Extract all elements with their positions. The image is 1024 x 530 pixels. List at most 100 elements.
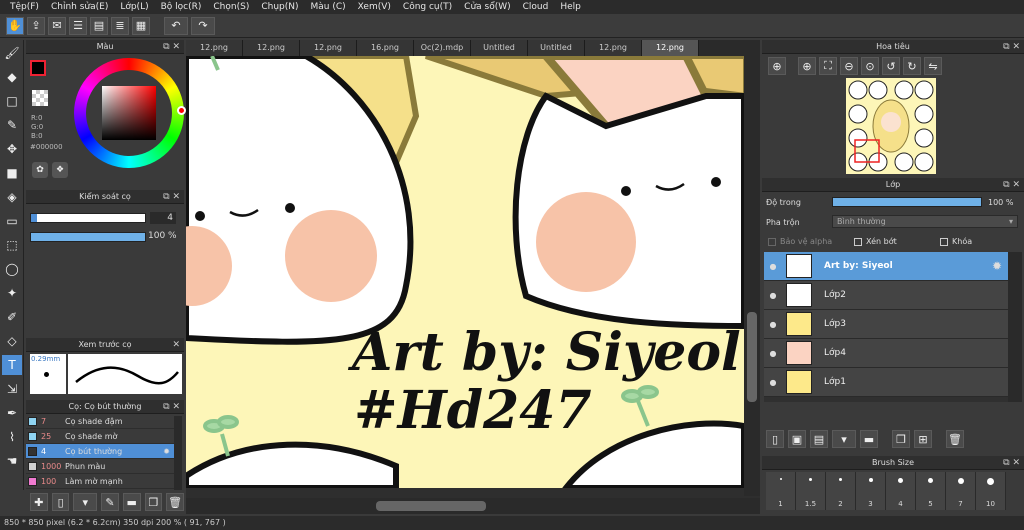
opacity-slider[interactable] — [30, 232, 146, 242]
zoom-out-icon[interactable]: ⊖ — [840, 57, 858, 75]
close-icon[interactable]: ✕ — [172, 338, 180, 352]
select-move-icon[interactable]: ⇲ — [2, 379, 22, 399]
brush-size-cell[interactable]: 2 — [826, 472, 856, 510]
chat-icon[interactable]: ✉ — [48, 16, 66, 35]
alpha-protect-option[interactable]: Bảo vệ alpha — [768, 237, 832, 246]
brush-size-cell[interactable]: 1 — [766, 472, 796, 510]
import-brush-icon[interactable]: ▾ — [73, 493, 98, 511]
lasso-icon[interactable]: ◯ — [2, 259, 22, 279]
eye-icon[interactable]: ● — [764, 262, 782, 271]
new-layer-icon[interactable]: ▯ — [766, 430, 784, 448]
hand-icon[interactable]: ✋ — [6, 16, 24, 35]
move-icon[interactable]: ✥ — [2, 139, 22, 159]
text-icon[interactable]: T — [2, 355, 22, 375]
bucket-icon[interactable]: ◈ — [2, 187, 22, 207]
add-brush-icon[interactable]: ✚ — [30, 493, 48, 511]
layers-icon[interactable]: ≣ — [111, 16, 129, 35]
horizontal-scrollbar[interactable] — [186, 498, 760, 514]
document-tab[interactable]: Oc(2).mdp — [414, 40, 471, 56]
brush-size-cell[interactable]: 1.5 — [796, 472, 826, 510]
close-icon[interactable]: ⧉ ✕ — [1003, 456, 1020, 470]
palette-icon[interactable]: ✿ — [32, 162, 48, 178]
merge-layer-icon[interactable]: ⊞ — [914, 430, 932, 448]
layer-row[interactable]: ● Art by: Siyeol ✹ — [764, 252, 1008, 281]
eye-icon[interactable]: ● — [764, 291, 782, 300]
menu-item[interactable]: Chỉnh sửa(E) — [45, 2, 114, 12]
rotate-left-icon[interactable]: ↺ — [882, 57, 900, 75]
vertical-scroll-thumb[interactable] — [747, 312, 757, 402]
checkbox[interactable] — [768, 237, 776, 246]
color-mix-icon[interactable]: ❖ — [52, 162, 68, 178]
close-icon[interactable]: ⧉ ✕ — [163, 400, 180, 414]
gear-icon[interactable]: ✹ — [992, 259, 1002, 273]
select-rect-icon[interactable]: ⬚ — [2, 235, 22, 255]
document-tab[interactable]: 12.png — [642, 40, 699, 56]
pipette-icon[interactable]: ⌇ — [2, 427, 22, 447]
undo-icon[interactable]: ↶ — [164, 16, 188, 35]
add-layer-menu-icon[interactable]: ▾ — [832, 430, 856, 448]
layer-row[interactable]: ● Lớp1 — [764, 368, 1008, 397]
eye-icon[interactable]: ● — [764, 349, 782, 358]
document-tab[interactable]: Untitled — [528, 40, 585, 56]
export-icon[interactable]: ⇪ — [27, 16, 45, 35]
brush-size-cell[interactable]: 7 — [946, 472, 976, 510]
eyedropper-icon[interactable]: ✒ — [2, 403, 22, 423]
document-tab[interactable]: 12.png — [300, 40, 357, 56]
brush-size-cell[interactable]: 4 — [886, 472, 916, 510]
checkbox[interactable] — [854, 237, 862, 246]
menu-item[interactable]: Lớp(L) — [114, 2, 154, 12]
clipping-option[interactable]: Xén bớt — [854, 237, 897, 246]
close-icon[interactable]: ⧉ ✕ — [1003, 178, 1020, 192]
size-value[interactable]: 4 — [150, 212, 176, 224]
select-eraser-icon[interactable]: ◇ — [2, 331, 22, 351]
actual-size-icon[interactable]: ⊙ — [861, 57, 879, 75]
menu-item[interactable]: Chụp(N) — [255, 2, 304, 12]
brush-icon[interactable]: 🖌 — [2, 43, 22, 63]
gradient-icon[interactable]: ▭ — [2, 211, 22, 231]
close-icon[interactable]: ⧉ ✕ — [163, 190, 180, 204]
navigator-preview[interactable] — [846, 78, 936, 174]
menu-item[interactable]: Bộ lọc(R) — [155, 2, 208, 12]
size-slider[interactable] — [30, 213, 146, 223]
new-brush-icon[interactable]: ▯ — [51, 493, 70, 511]
duplicate-layer-icon[interactable]: ❐ — [892, 430, 910, 448]
redo-icon[interactable]: ↷ — [191, 16, 215, 35]
checkbox[interactable] — [940, 237, 948, 246]
brush-item[interactable]: 1000 Phun màu — [26, 459, 174, 474]
document-tab[interactable]: 16.png — [357, 40, 414, 56]
layer-row[interactable]: ● Lớp4 — [764, 339, 1008, 368]
brush-item[interactable]: 7 Cọ shade đậm — [26, 414, 174, 429]
rectangle-icon[interactable]: □ — [2, 91, 22, 111]
lock-option[interactable]: Khóa — [940, 237, 972, 246]
fill-rect-icon[interactable]: ■ — [2, 163, 22, 183]
grid-icon[interactable]: ▦ — [132, 16, 150, 35]
close-icon[interactable]: ⧉ ✕ — [1003, 40, 1020, 54]
eye-icon[interactable]: ● — [764, 320, 782, 329]
magic-wand-icon[interactable]: ✦ — [2, 283, 22, 303]
brush-item[interactable]: 100 Làm mờ mạnh — [26, 474, 174, 489]
pen-icon[interactable]: ✎ — [2, 115, 22, 135]
horizontal-scroll-thumb[interactable] — [376, 501, 486, 511]
hue-wheel[interactable] — [74, 58, 186, 168]
trash-icon[interactable]: 🗑 — [166, 493, 185, 511]
hue-handle[interactable] — [177, 106, 186, 115]
layer-opacity-slider[interactable] — [832, 197, 982, 207]
menu-item[interactable]: Tệp(F) — [4, 2, 45, 12]
menu-item[interactable]: Cửa sổ(W) — [458, 2, 516, 12]
brush-size-cell[interactable]: 10 — [976, 472, 1006, 510]
transparent-swatch[interactable] — [32, 90, 48, 106]
fit-icon[interactable]: ⛶ — [819, 57, 837, 75]
layer-row[interactable]: ● Lớp3 — [764, 310, 1008, 339]
eraser-icon[interactable]: ◆ — [2, 67, 22, 87]
brush-item[interactable]: 4 Cọ bút thường ✹ — [26, 444, 174, 459]
document-tab[interactable]: 12.png — [585, 40, 642, 56]
layer-row[interactable]: ● Lớp2 — [764, 281, 1008, 310]
brush-item[interactable]: 25 Cọ shade mờ — [26, 429, 174, 444]
gear-icon[interactable]: ✹ — [163, 447, 170, 456]
hand-tool-icon[interactable]: ☚ — [2, 451, 22, 471]
select-pen-icon[interactable]: ✐ — [2, 307, 22, 327]
brush-size-cell[interactable]: 5 — [916, 472, 946, 510]
document-icon[interactable]: ▤ — [90, 16, 108, 35]
zoom-in2-icon[interactable]: ⊕ — [798, 57, 816, 75]
menu-item[interactable]: Màu (C) — [305, 2, 352, 12]
